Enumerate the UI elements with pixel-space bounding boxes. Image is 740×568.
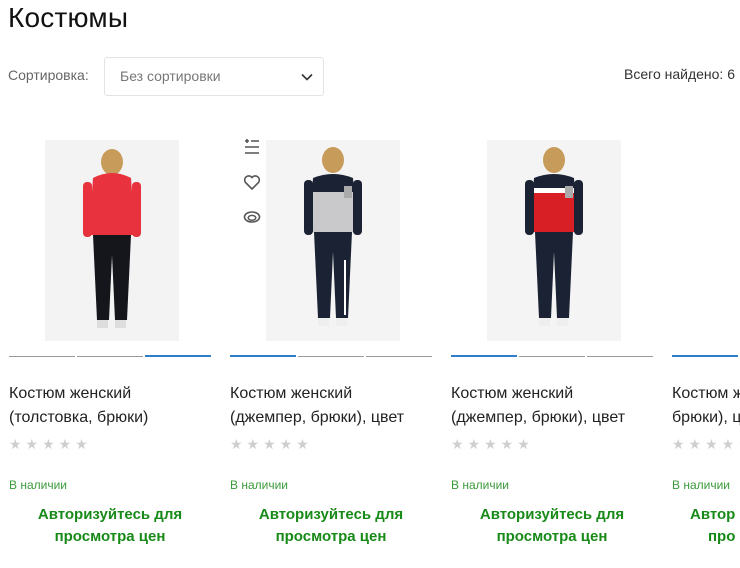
login-for-price-link[interactable]: Авторизуйтесь для просмотра цен [451, 504, 653, 548]
sort-label: Сортировка: [8, 67, 89, 83]
product-photo[interactable] [487, 140, 621, 341]
login-for-price-link[interactable]: Автор про [690, 504, 735, 548]
login-for-price-link[interactable]: Авторизуйтесь для просмотра цен [9, 504, 211, 548]
rating-stars: ★★★★★ [451, 436, 534, 452]
product-card[interactable]: Костюм женский (джемпер, брюки), цвет ★★★… [230, 138, 432, 568]
heart-icon[interactable] [242, 172, 262, 192]
chevron-down-icon [301, 73, 313, 81]
rating-stars: ★★★★★ [672, 436, 740, 452]
rating-stars: ★★★★★ [230, 436, 313, 452]
product-photo[interactable] [266, 140, 400, 341]
image-pager[interactable] [9, 355, 211, 358]
product-name[interactable]: Костюм женский (джемпер, брюки), цвет [451, 382, 661, 430]
sort-value: Без сортировки [120, 68, 221, 84]
page-title: Костюмы [8, 2, 129, 33]
image-pager[interactable] [451, 355, 653, 358]
product-card[interactable]: Костюм женский (джемпер, брюки), цвет ★★★… [451, 138, 653, 568]
stock-status: В наличии [230, 478, 289, 492]
image-pager[interactable] [672, 355, 740, 358]
image-pager[interactable] [230, 355, 432, 358]
product-photo[interactable] [45, 140, 179, 341]
total-count: Всего найдено: 6 [624, 66, 735, 82]
stock-status: В наличии [9, 478, 68, 492]
rating-stars: ★★★★★ [9, 436, 92, 452]
stock-status: В наличии [451, 478, 510, 492]
product-name[interactable]: Костюм женский (джемпер, брюки), цвет [230, 382, 440, 430]
login-for-price-link[interactable]: Авторизуйтесь для просмотра цен [230, 504, 432, 548]
add-to-compare-icon[interactable] [242, 137, 262, 157]
product-name[interactable]: Костюм ж брюки), ц [672, 382, 740, 430]
product-card[interactable]: Костюм жбрюки), ц ★★★★★ В наличии Авторп… [672, 138, 740, 568]
product-card[interactable]: Костюм женский (толстовка, брюки) ★★★★★ В… [9, 138, 211, 568]
stock-status: В наличии [672, 478, 731, 492]
sort-select[interactable]: Без сортировки [104, 57, 324, 96]
product-name[interactable]: Костюм женский (толстовка, брюки) [9, 382, 219, 430]
eye-icon[interactable] [242, 207, 262, 227]
